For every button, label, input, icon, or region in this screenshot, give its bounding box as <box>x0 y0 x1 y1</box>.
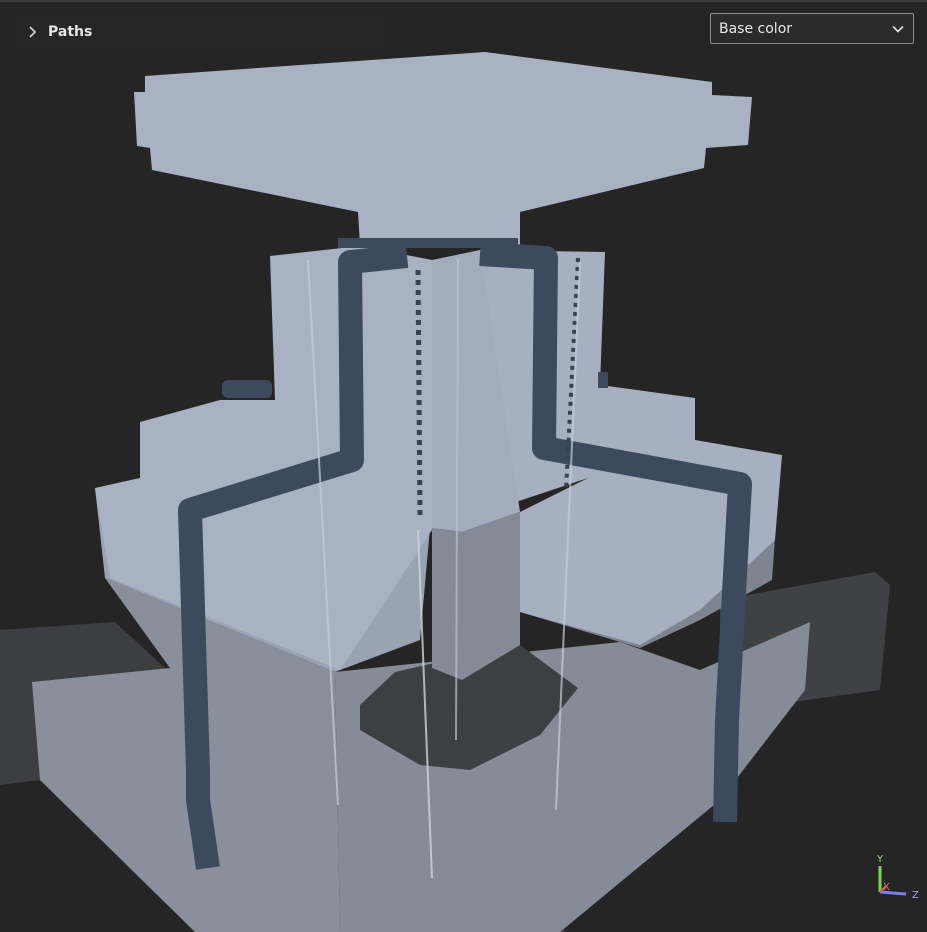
path-stub-right <box>598 372 608 388</box>
chevron-right-icon <box>29 26 37 38</box>
paths-label: Paths <box>48 24 93 40</box>
axis-x-label: X <box>883 882 890 893</box>
view-mode-select[interactable]: Base color <box>710 13 914 44</box>
view-mode-value: Base color <box>719 20 793 37</box>
3d-viewport[interactable]: Paths Base color Y X Z <box>0 0 927 932</box>
chevron-down-icon <box>892 25 904 33</box>
axis-z-label: Z <box>912 890 919 900</box>
paths-panel-toggle[interactable]: Paths <box>18 18 378 46</box>
axis-y-label: Y <box>876 854 884 865</box>
axis-gizmo: Y X Z <box>876 854 919 900</box>
path-stub-left <box>222 380 272 398</box>
mold-model-scene[interactable] <box>0 0 927 932</box>
top-platform <box>134 52 752 245</box>
path-stub-top <box>338 238 518 248</box>
